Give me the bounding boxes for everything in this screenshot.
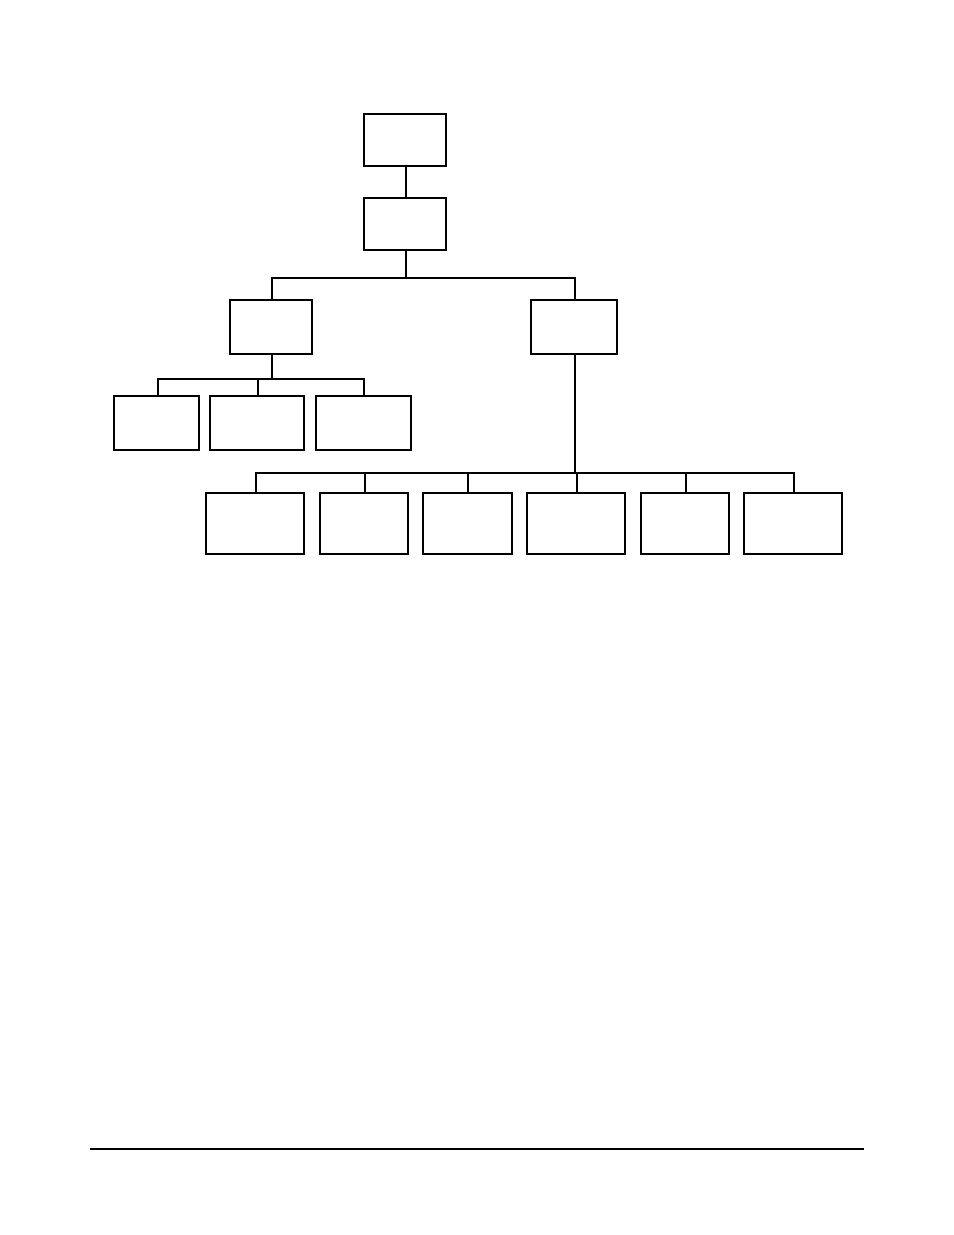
node-left_branch bbox=[229, 299, 313, 355]
connector-17 bbox=[793, 472, 795, 492]
connector-15 bbox=[576, 472, 578, 492]
node-right_branch bbox=[530, 299, 618, 355]
footer-rule bbox=[90, 1148, 864, 1150]
connector-5 bbox=[271, 355, 273, 378]
connector-4 bbox=[574, 277, 576, 299]
page bbox=[0, 0, 954, 1235]
node-left_child_a bbox=[113, 395, 200, 451]
connector-14 bbox=[467, 472, 469, 492]
connector-8 bbox=[257, 378, 259, 395]
node-bottom_c bbox=[422, 492, 513, 555]
connector-0 bbox=[405, 167, 407, 197]
connector-13 bbox=[364, 472, 366, 492]
node-left_child_b bbox=[209, 395, 305, 451]
connector-7 bbox=[157, 378, 159, 395]
connector-1 bbox=[405, 251, 407, 277]
connector-16 bbox=[685, 472, 687, 492]
node-left_child_c bbox=[315, 395, 412, 451]
connector-10 bbox=[574, 355, 576, 472]
node-bottom_d bbox=[526, 492, 626, 555]
connector-6 bbox=[157, 378, 363, 380]
node-level1 bbox=[363, 197, 447, 251]
connector-3 bbox=[271, 277, 273, 299]
node-bottom_e bbox=[640, 492, 730, 555]
node-bottom_a bbox=[205, 492, 305, 555]
connector-2 bbox=[271, 277, 574, 279]
connector-12 bbox=[255, 472, 257, 492]
connector-9 bbox=[363, 378, 365, 395]
connector-11 bbox=[255, 472, 793, 474]
node-root bbox=[363, 113, 447, 167]
node-bottom_f bbox=[743, 492, 843, 555]
node-bottom_b bbox=[319, 492, 409, 555]
